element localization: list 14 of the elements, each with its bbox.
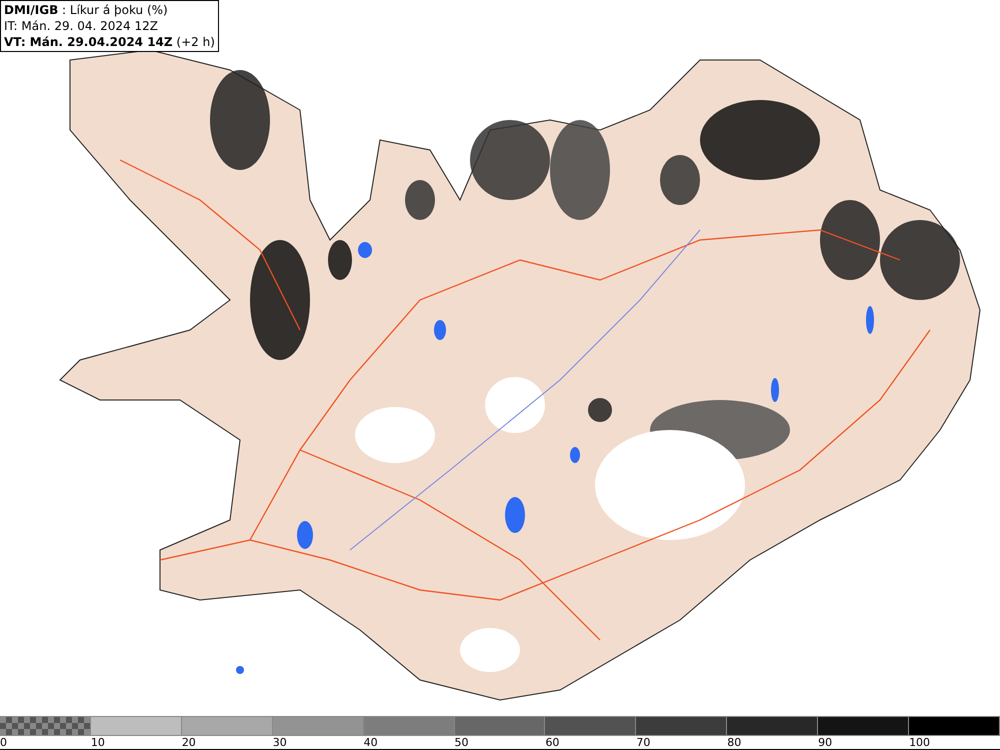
legend-label: 50 bbox=[454, 736, 469, 749]
legend-label: 100 bbox=[909, 736, 930, 749]
info-text: DMI/IGB : Líkur á þoku (%) bbox=[4, 2, 169, 18]
legend-label: 40 bbox=[364, 736, 378, 749]
legend-label: 30 bbox=[272, 736, 287, 749]
info-text: IT: Mán. 29. 04. 2024 12Z bbox=[4, 18, 159, 34]
legend-label: 70 bbox=[636, 736, 650, 749]
legend-label: 0 bbox=[0, 736, 7, 749]
legend-label: 90 bbox=[818, 736, 832, 749]
legend-label: 60 bbox=[545, 736, 560, 749]
legend-label: 80 bbox=[727, 736, 742, 749]
legend-label: 20 bbox=[182, 736, 196, 749]
info-text: VT: Mán. 29.04.2024 14Z (+2 h) bbox=[4, 34, 215, 50]
legend-label: 10 bbox=[90, 736, 105, 749]
